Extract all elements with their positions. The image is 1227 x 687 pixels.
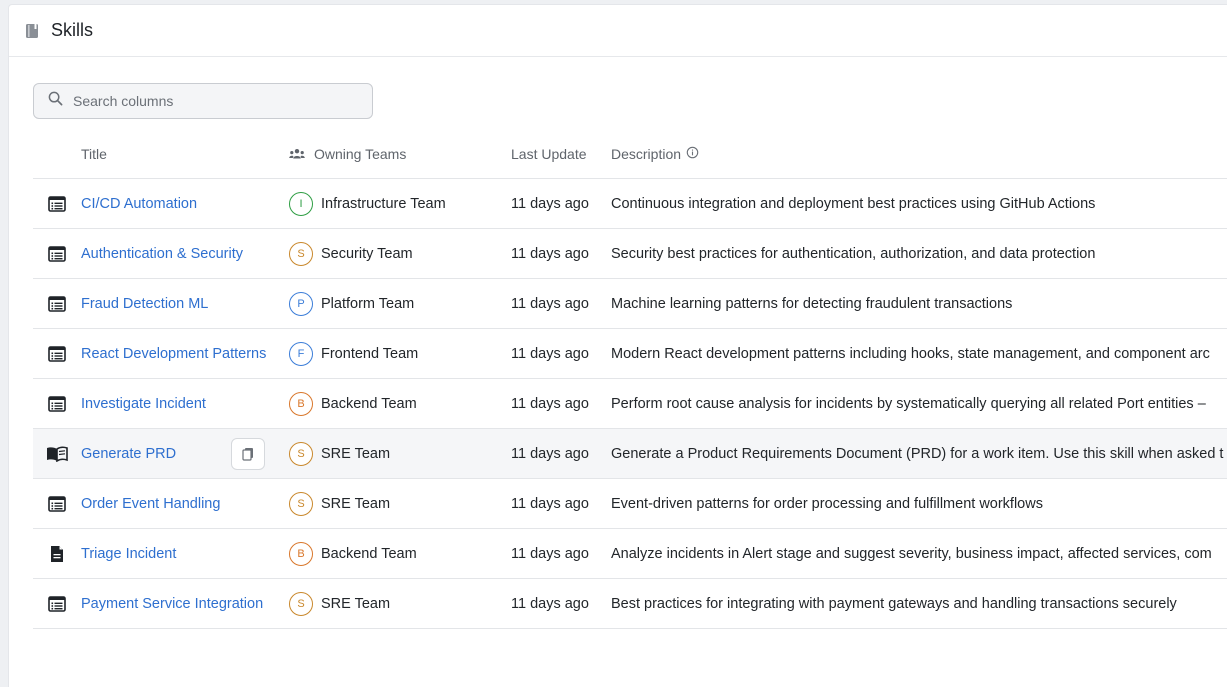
last-update: 11 days ago bbox=[511, 195, 589, 212]
file-icon bbox=[33, 545, 81, 563]
skill-title-link[interactable]: Triage Incident bbox=[81, 546, 176, 562]
skills-table: Title Owning Teams Last Update Descripti… bbox=[33, 129, 1227, 629]
last-update: 11 days ago bbox=[511, 595, 589, 612]
team-avatar: F bbox=[289, 341, 313, 366]
list-doc-icon bbox=[33, 495, 81, 512]
skill-title-link[interactable]: React Development Patterns bbox=[81, 346, 266, 362]
skill-title-link[interactable]: Fraud Detection ML bbox=[81, 296, 208, 312]
table-row[interactable]: Fraud Detection ML P Platform Team 11 days … bbox=[33, 279, 1227, 329]
table-body: CI/CD Automation I Infrastructure Team 11 d… bbox=[33, 179, 1227, 629]
search-input[interactable] bbox=[73, 93, 353, 109]
table-row[interactable]: Payment Service Integration S SRE Team 11 d… bbox=[33, 579, 1227, 629]
description: Modern React development patterns includ… bbox=[611, 345, 1210, 362]
team-avatar: S bbox=[289, 591, 313, 616]
last-update: 11 days ago bbox=[511, 545, 589, 562]
team-name[interactable]: Frontend Team bbox=[321, 346, 418, 362]
table-row[interactable]: Order Event Handling S SRE Team 11 days ago… bbox=[33, 479, 1227, 529]
description: Perform root cause analysis for incident… bbox=[611, 395, 1206, 412]
team-avatar: I bbox=[289, 191, 313, 216]
list-doc-icon bbox=[33, 595, 81, 612]
team-name[interactable]: Infrastructure Team bbox=[321, 196, 446, 212]
table-row[interactable]: Generate PRD S SRE Team 11 days ago Generate… bbox=[33, 429, 1227, 479]
team-name[interactable]: SRE Team bbox=[321, 596, 390, 612]
table-row[interactable]: Investigate Incident B Backend Team 11 days… bbox=[33, 379, 1227, 429]
copy-button[interactable] bbox=[231, 438, 265, 470]
team-name[interactable]: Platform Team bbox=[321, 296, 414, 312]
description: Machine learning patterns for detecting … bbox=[611, 295, 1013, 312]
list-doc-icon bbox=[33, 345, 81, 362]
team-avatar: S bbox=[289, 441, 313, 466]
open-book-icon bbox=[33, 446, 81, 462]
column-header-last-update[interactable]: Last Update bbox=[511, 146, 611, 162]
description: Best practices for integrating with paym… bbox=[611, 595, 1177, 612]
last-update: 11 days ago bbox=[511, 345, 589, 362]
skill-title-link[interactable]: Investigate Incident bbox=[81, 396, 206, 412]
team-name[interactable]: SRE Team bbox=[321, 446, 390, 462]
last-update: 11 days ago bbox=[511, 295, 589, 312]
table-row[interactable]: CI/CD Automation I Infrastructure Team 11 d… bbox=[33, 179, 1227, 229]
team-name[interactable]: Backend Team bbox=[321, 546, 417, 562]
description: Security best practices for authenticati… bbox=[611, 245, 1096, 262]
description: Event-driven patterns for order processi… bbox=[611, 495, 1043, 512]
team-avatar: S bbox=[289, 241, 313, 266]
list-doc-icon bbox=[33, 245, 81, 262]
team-avatar: S bbox=[289, 491, 313, 516]
table-row[interactable]: Authentication & Security S Security Team 1… bbox=[33, 229, 1227, 279]
column-header-description[interactable]: Description bbox=[611, 146, 1227, 162]
list-doc-icon bbox=[33, 295, 81, 312]
team-name[interactable]: Backend Team bbox=[321, 396, 417, 412]
last-update: 11 days ago bbox=[511, 245, 589, 262]
skills-panel: Skills Title Owning Teams Last Update De… bbox=[8, 4, 1227, 687]
last-update: 11 days ago bbox=[511, 445, 589, 462]
skill-title-link[interactable]: Payment Service Integration bbox=[81, 596, 263, 612]
list-doc-icon bbox=[33, 195, 81, 212]
last-update: 11 days ago bbox=[511, 495, 589, 512]
book-icon bbox=[25, 23, 39, 39]
description: Generate a Product Requirements Document… bbox=[611, 445, 1224, 462]
table-row[interactable]: Triage Incident B Backend Team 11 days ago A… bbox=[33, 529, 1227, 579]
team-avatar: P bbox=[289, 291, 313, 316]
table-header: Title Owning Teams Last Update Descripti… bbox=[33, 129, 1227, 179]
team-name[interactable]: SRE Team bbox=[321, 496, 390, 512]
team-name[interactable]: Security Team bbox=[321, 246, 413, 262]
skill-title-link[interactable]: Order Event Handling bbox=[81, 496, 220, 512]
description: Continuous integration and deployment be… bbox=[611, 195, 1096, 212]
search-icon bbox=[48, 91, 63, 111]
list-doc-icon bbox=[33, 395, 81, 412]
team-avatar: B bbox=[289, 541, 313, 566]
column-header-owning-teams[interactable]: Owning Teams bbox=[285, 146, 511, 162]
table-row[interactable]: React Development Patterns F Frontend Team… bbox=[33, 329, 1227, 379]
column-header-title[interactable]: Title bbox=[81, 146, 285, 162]
skill-title-link[interactable]: Authentication & Security bbox=[81, 246, 243, 262]
skill-title-link[interactable]: CI/CD Automation bbox=[81, 196, 197, 212]
search-box[interactable] bbox=[33, 83, 373, 119]
skill-title-link[interactable]: Generate PRD bbox=[81, 446, 176, 462]
info-icon[interactable] bbox=[686, 146, 699, 162]
people-icon bbox=[289, 148, 305, 160]
page-header: Skills bbox=[9, 5, 1227, 57]
team-avatar: B bbox=[289, 391, 313, 416]
description: Analyze incidents in Alert stage and sug… bbox=[611, 545, 1212, 562]
copy-icon bbox=[242, 447, 254, 461]
last-update: 11 days ago bbox=[511, 395, 589, 412]
page-title: Skills bbox=[51, 20, 94, 40]
